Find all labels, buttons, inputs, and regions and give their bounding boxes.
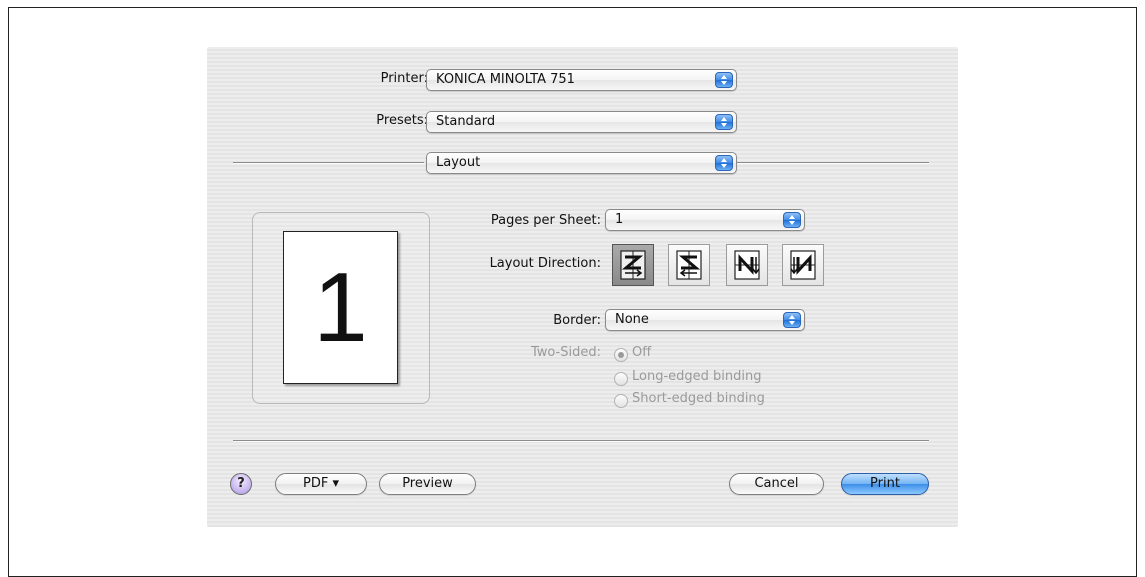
two-sided-off-label: Off (632, 345, 652, 360)
two-sided-long-edge-radio[interactable] (614, 372, 628, 386)
bottom-divider (233, 440, 929, 442)
z-left-right-icon (620, 250, 646, 280)
preview-button[interactable]: Preview (379, 473, 476, 495)
two-sided-long-edge-label: Long-edged binding (632, 369, 762, 384)
radio-selected-dot (618, 352, 624, 358)
two-sided-label: Two-Sided: (530, 345, 601, 360)
border-popup[interactable]: None (605, 309, 805, 331)
pages-per-sheet-label: Pages per Sheet: (490, 213, 601, 228)
popup-arrows-icon (783, 212, 801, 228)
preview-page-number: 1 (313, 252, 368, 362)
section-divider-left (233, 162, 424, 164)
printer-label: Printer: (380, 71, 428, 86)
presets-value: Standard (436, 114, 496, 129)
layout-direction-n-right-button[interactable] (782, 244, 824, 286)
popup-arrows-icon (715, 72, 733, 88)
preview-page: 1 (283, 231, 398, 384)
page-preview: 1 (252, 212, 430, 404)
layout-direction-n-left-button[interactable] (726, 244, 768, 286)
printer-popup[interactable]: KONICA MINOLTA 751 (426, 69, 737, 91)
printer-value: KONICA MINOLTA 751 (436, 72, 575, 87)
layout-direction-label: Layout Direction: (489, 256, 601, 271)
popup-arrows-icon (715, 155, 733, 171)
panel-menu-value: Layout (436, 155, 481, 170)
two-sided-off-radio[interactable] (614, 348, 628, 362)
z-right-left-icon (676, 250, 702, 280)
help-button[interactable]: ? (230, 473, 252, 495)
cancel-button[interactable]: Cancel (729, 473, 824, 495)
border-value: None (615, 312, 649, 327)
popup-arrows-icon (783, 312, 801, 328)
print-button[interactable]: Print (841, 473, 929, 495)
layout-direction-z-lr-button[interactable] (612, 244, 654, 286)
presets-label: Presets: (376, 113, 428, 128)
section-divider-right (737, 162, 929, 164)
n-down-right-icon (790, 250, 816, 280)
n-down-left-icon (734, 250, 760, 280)
presets-popup[interactable]: Standard (426, 111, 737, 133)
layout-direction-z-rl-button[interactable] (668, 244, 710, 286)
two-sided-short-edge-radio[interactable] (614, 394, 628, 408)
panel-menu-popup[interactable]: Layout (426, 152, 737, 174)
popup-arrows-icon (715, 114, 733, 130)
print-dialog: Printer: KONICA MINOLTA 751 Presets: Sta… (207, 47, 958, 527)
two-sided-short-edge-label: Short-edged binding (632, 391, 765, 406)
pages-per-sheet-popup[interactable]: 1 (605, 209, 805, 231)
pages-per-sheet-value: 1 (615, 212, 624, 227)
border-label: Border: (553, 313, 601, 328)
pdf-button[interactable]: PDF ▾ (275, 473, 367, 495)
